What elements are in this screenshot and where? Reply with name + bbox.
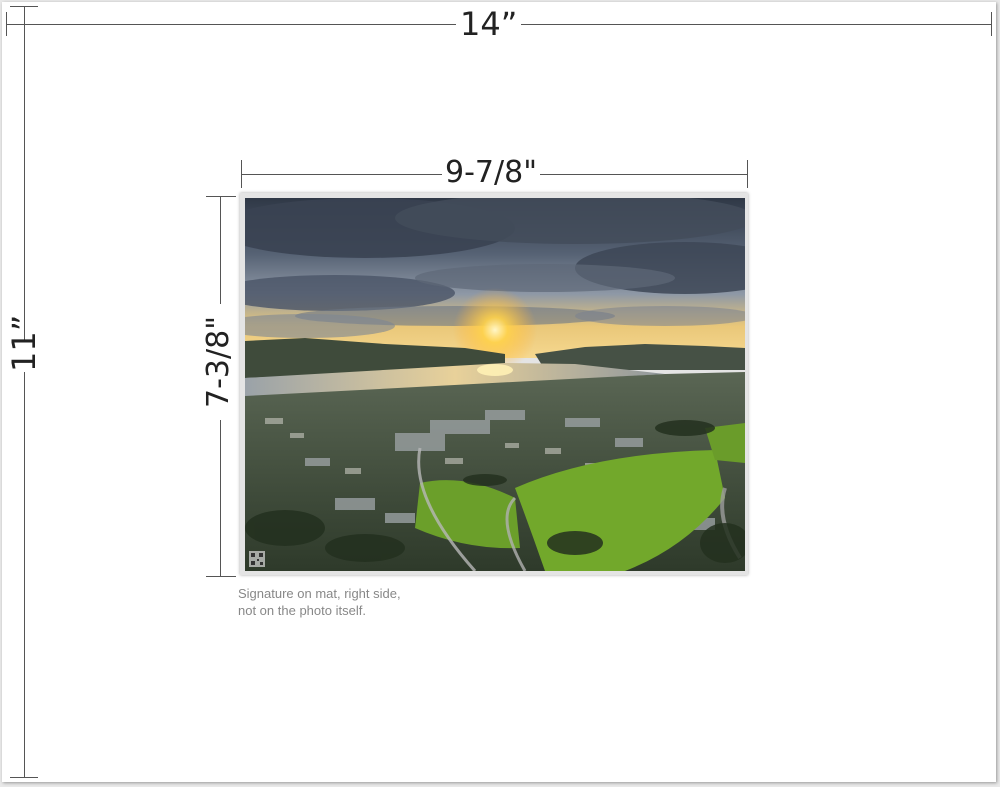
- print-width-left-tick: [241, 160, 242, 188]
- print-width-right-tick: [747, 160, 748, 188]
- landscape-photo: [245, 198, 745, 571]
- sheet-width-left-tick: [6, 12, 7, 36]
- signature-note-line-1: Signature on mat, right side,: [238, 586, 401, 601]
- sheet-height-label: 11”: [5, 314, 43, 372]
- qr-code-icon: [249, 551, 265, 567]
- print-height-label: 7-3/8": [201, 304, 236, 420]
- print-height-top-tick: [206, 196, 236, 197]
- print-width-label: 9-7/8": [442, 158, 540, 188]
- sheet-width-label: 14”: [456, 8, 522, 40]
- signature-note-line-2: not on the photo itself.: [238, 603, 366, 618]
- signature-note: Signature on mat, right side, not on the…: [238, 585, 401, 619]
- print-height-bottom-tick: [206, 576, 236, 577]
- sheet-height-dimension-line: [24, 6, 25, 778]
- sheet-height-top-tick: [10, 6, 38, 7]
- sheet-width-right-tick: [991, 12, 992, 36]
- landscape-photo-illustration: [245, 198, 745, 571]
- sheet-height-bottom-tick: [10, 777, 38, 778]
